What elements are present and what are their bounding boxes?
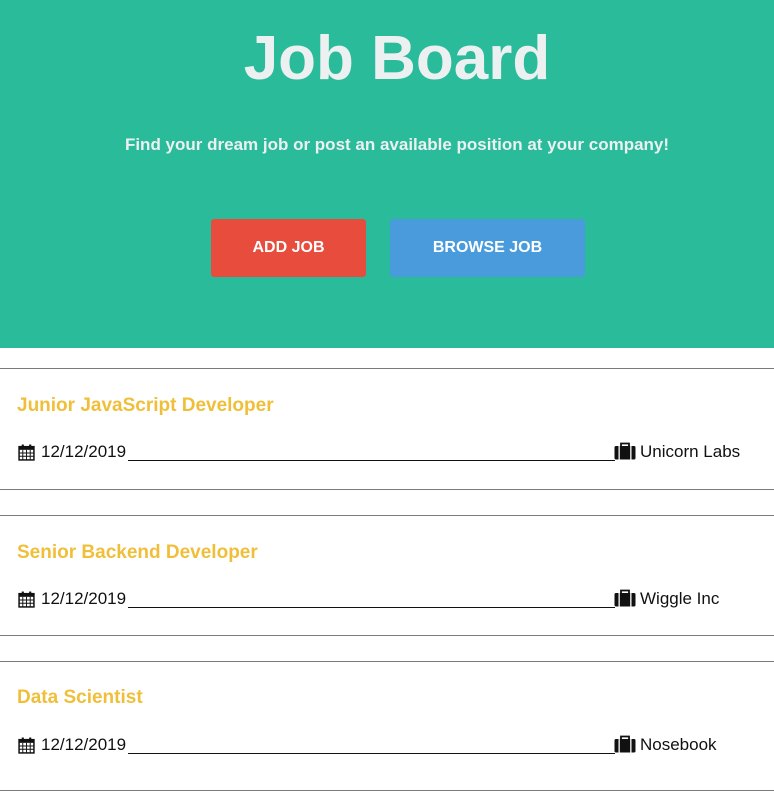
briefcase-icon bbox=[614, 442, 636, 460]
hero-header: Job Board Find your dream job or post an… bbox=[0, 0, 774, 348]
divider-line bbox=[128, 460, 615, 461]
job-title[interactable]: Junior JavaScript Developer bbox=[17, 394, 274, 418]
job-date: 12/12/2019 bbox=[41, 589, 127, 608]
job-company: Wiggle Inc bbox=[640, 589, 720, 608]
calendar-icon bbox=[18, 737, 35, 754]
job-meta: 12/12/2019 Unicorn Labs bbox=[18, 440, 758, 464]
job-company: Unicorn Labs bbox=[640, 442, 741, 461]
calendar-icon bbox=[18, 591, 35, 608]
add-job-button[interactable]: ADD JOB bbox=[211, 219, 366, 277]
page-subtitle: Find your dream job or post an available… bbox=[124, 135, 670, 154]
divider-line bbox=[128, 753, 615, 754]
job-date: 12/12/2019 bbox=[41, 735, 127, 754]
job-listing[interactable]: Junior JavaScript Developer 12/12/2019 U… bbox=[0, 368, 774, 490]
job-listing[interactable]: Senior Backend Developer 12/12/2019 Wigg… bbox=[0, 515, 774, 636]
briefcase-icon bbox=[614, 735, 636, 753]
job-title[interactable]: Senior Backend Developer bbox=[17, 541, 258, 565]
job-meta: 12/12/2019 Wiggle Inc bbox=[18, 587, 758, 611]
browse-job-button[interactable]: BROWSE JOB bbox=[390, 219, 585, 277]
job-meta: 12/12/2019 Nosebook bbox=[18, 733, 758, 757]
job-title[interactable]: Data Scientist bbox=[17, 686, 143, 710]
job-date: 12/12/2019 bbox=[41, 442, 127, 461]
briefcase-icon bbox=[614, 589, 636, 607]
page-title: Job Board bbox=[243, 24, 551, 93]
job-listing[interactable]: Data Scientist 12/12/2019 Nosebook bbox=[0, 661, 774, 791]
calendar-icon bbox=[18, 444, 35, 461]
divider-line bbox=[128, 607, 615, 608]
job-company: Nosebook bbox=[640, 735, 717, 754]
